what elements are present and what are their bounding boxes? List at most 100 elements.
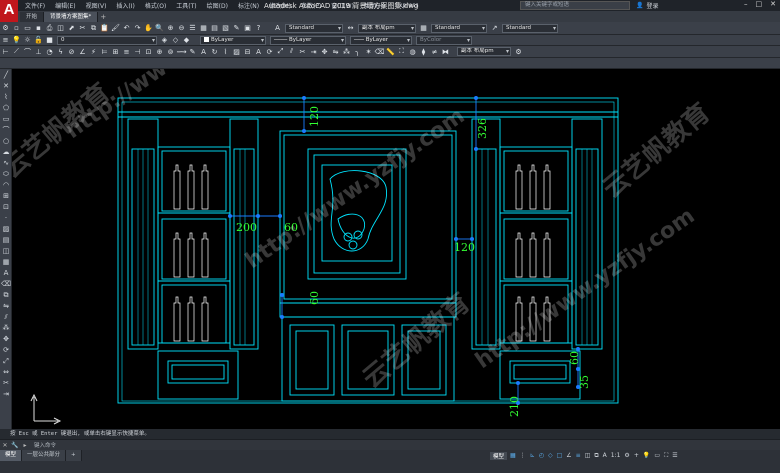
erase-icon[interactable]: ⌫ bbox=[375, 47, 385, 56]
tab-layout-1[interactable]: 一层公共部分 bbox=[22, 450, 67, 461]
region-icon[interactable]: ◫ bbox=[1, 246, 11, 256]
ordinate-dim-icon[interactable]: ⊥ bbox=[34, 47, 43, 56]
command-line[interactable]: ✕ 🔧 ▸ 键入命令 bbox=[0, 439, 780, 450]
dim-style-select-2[interactable]: 副本 布局pm bbox=[457, 47, 511, 56]
help-icon[interactable]: ? bbox=[254, 24, 263, 33]
menu-format[interactable]: 格式(O) bbox=[140, 1, 171, 10]
linetype-select[interactable]: ──── ByLayer bbox=[270, 35, 346, 45]
properties-icon[interactable]: ☰ bbox=[188, 24, 197, 33]
layer-properties-icon[interactable]: ≡ bbox=[1, 36, 10, 45]
baseline-dim-icon[interactable]: ⊨ bbox=[100, 47, 109, 56]
array-icon[interactable]: ⁂ bbox=[342, 47, 351, 56]
diameter-dim-icon[interactable]: ⊘ bbox=[67, 47, 76, 56]
gradient-icon[interactable]: ▤ bbox=[1, 235, 11, 245]
layer-walk-icon[interactable]: ⧫ bbox=[419, 47, 428, 56]
orbit-icon[interactable]: ◍ bbox=[408, 47, 417, 56]
zoom-window-icon[interactable]: ⊕ bbox=[166, 24, 175, 33]
preview-icon[interactable]: ◫ bbox=[56, 24, 65, 33]
publish-icon[interactable]: ⬈ bbox=[67, 24, 76, 33]
maximize-icon[interactable]: □ bbox=[756, 0, 763, 8]
quickcalc-icon[interactable]: ▣ bbox=[243, 24, 252, 33]
mtext-icon[interactable]: A bbox=[254, 47, 263, 56]
block-icon[interactable]: ⊟ bbox=[243, 47, 252, 56]
markup-icon[interactable]: ✎ bbox=[232, 24, 241, 33]
gear-icon[interactable]: ⚙ bbox=[1, 24, 10, 33]
lineweight-select[interactable]: ─── ByLayer bbox=[350, 35, 412, 45]
revision-cloud-icon[interactable]: ☁ bbox=[1, 147, 11, 157]
lightbulb-icon[interactable]: 💡 bbox=[12, 36, 21, 45]
dim-space-icon[interactable]: ≡ bbox=[122, 47, 131, 56]
point-icon[interactable]: · bbox=[1, 213, 11, 223]
minimize-icon[interactable]: – bbox=[744, 0, 748, 8]
trim-tool-icon[interactable]: ✂ bbox=[1, 378, 11, 388]
hardware-acceleration-icon[interactable]: ▭ bbox=[653, 452, 661, 459]
close-command-icon[interactable]: ✕ bbox=[0, 442, 10, 449]
zoom-extents-icon[interactable]: ⛶ bbox=[397, 47, 406, 56]
new-file-icon[interactable]: ▫ bbox=[12, 24, 21, 33]
move-tool-icon[interactable]: ✥ bbox=[1, 334, 11, 344]
plot-style-select[interactable]: ByColor bbox=[416, 35, 472, 45]
undo-icon[interactable]: ↶ bbox=[122, 24, 131, 33]
ellipse-icon[interactable]: ⬭ bbox=[1, 169, 11, 179]
radius-dim-icon[interactable]: ◔ bbox=[45, 47, 54, 56]
close-icon[interactable]: ✕ bbox=[770, 0, 776, 8]
lock-icon[interactable]: 🔓 bbox=[34, 36, 43, 45]
add-layout-button[interactable]: + bbox=[66, 450, 82, 461]
mirror-tool-icon[interactable]: ⇋ bbox=[1, 301, 11, 311]
inspect-icon[interactable]: ⊚ bbox=[166, 47, 175, 56]
dim-update-icon[interactable]: ↻ bbox=[210, 47, 219, 56]
tab-document[interactable]: 背景墙方案图集* bbox=[44, 12, 99, 22]
table-icon[interactable]: ▦ bbox=[1, 257, 11, 267]
dim-text-edit-icon[interactable]: A bbox=[199, 47, 208, 56]
model-space-button[interactable]: 模型 bbox=[490, 451, 508, 460]
color-select[interactable]: ByLayer bbox=[200, 35, 266, 45]
lineweight-toggle-icon[interactable]: ≡ bbox=[575, 452, 582, 459]
paste-icon[interactable]: 📋 bbox=[100, 24, 109, 33]
copy-tool-icon[interactable]: ⧉ bbox=[1, 290, 11, 300]
continue-dim-icon[interactable]: ⊞ bbox=[111, 47, 120, 56]
rectangle-icon[interactable]: ▭ bbox=[1, 114, 11, 124]
pan-icon[interactable]: ✋ bbox=[144, 24, 153, 33]
drawing-canvas[interactable]: 120 326 200 60 120 60 60 35 210 http://w… bbox=[12, 69, 780, 429]
move-icon[interactable]: ✥ bbox=[320, 47, 329, 56]
rotate-tool-icon[interactable]: ⟳ bbox=[1, 345, 11, 355]
mtext-tool-icon[interactable]: A bbox=[1, 268, 11, 278]
offset-tool-icon[interactable]: ⫽ bbox=[1, 312, 11, 322]
extend-tool-icon[interactable]: ⇥ bbox=[1, 389, 11, 399]
polyline-icon[interactable]: ⌇ bbox=[221, 47, 230, 56]
transparency-icon[interactable]: ◫ bbox=[584, 452, 592, 459]
explode-icon[interactable]: ✶ bbox=[364, 47, 373, 56]
snap-icon[interactable]: ⋮ bbox=[519, 452, 527, 459]
jogged-dim-icon[interactable]: ϟ bbox=[56, 47, 65, 56]
menu-edit[interactable]: 编辑(E) bbox=[50, 1, 80, 10]
zoom-realtime-icon[interactable]: 🔍 bbox=[155, 24, 164, 33]
fillet-icon[interactable]: ╮ bbox=[353, 47, 362, 56]
sheet-set-icon[interactable]: ▧ bbox=[221, 24, 230, 33]
line-icon[interactable]: ╱ bbox=[1, 70, 11, 80]
table-style-select[interactable]: Standard bbox=[431, 23, 487, 33]
trim-icon[interactable]: ✂ bbox=[298, 47, 307, 56]
menu-insert[interactable]: 插入(I) bbox=[111, 1, 139, 10]
scale-label[interactable]: 1:1 bbox=[610, 452, 622, 459]
tab-start[interactable]: 开始 bbox=[20, 12, 45, 22]
print-icon[interactable]: ⎙ bbox=[45, 24, 54, 33]
command-input[interactable]: 键入命令 bbox=[30, 441, 56, 449]
copy-icon[interactable]: ⧉ bbox=[89, 24, 98, 33]
annotation-icon[interactable]: A bbox=[602, 452, 608, 459]
redo-icon[interactable]: ↷ bbox=[133, 24, 142, 33]
insert-block-icon[interactable]: ⊞ bbox=[1, 191, 11, 201]
jogged-linear-icon[interactable]: ⟿ bbox=[176, 47, 186, 56]
dim-associate-icon[interactable]: ⧓ bbox=[441, 47, 450, 56]
new-tab-button[interactable]: + bbox=[98, 12, 108, 22]
match-properties-icon[interactable]: 🖌 bbox=[111, 24, 120, 33]
hatch-tool-icon[interactable]: ▨ bbox=[1, 224, 11, 234]
scale-icon[interactable]: ⤢ bbox=[276, 47, 285, 56]
menu-tools[interactable]: 工具(T) bbox=[171, 1, 201, 10]
dim-break-icon[interactable]: ⊣ bbox=[133, 47, 142, 56]
menu-draw[interactable]: 绘图(D) bbox=[202, 1, 233, 10]
clean-screen-icon[interactable]: ⛶ bbox=[663, 452, 669, 460]
make-current-icon[interactable]: ◈ bbox=[160, 36, 169, 45]
tolerance-icon[interactable]: ⊡ bbox=[144, 47, 153, 56]
layer-select[interactable]: 0 bbox=[57, 35, 157, 45]
multileader-style-select[interactable]: Standard bbox=[502, 23, 558, 33]
